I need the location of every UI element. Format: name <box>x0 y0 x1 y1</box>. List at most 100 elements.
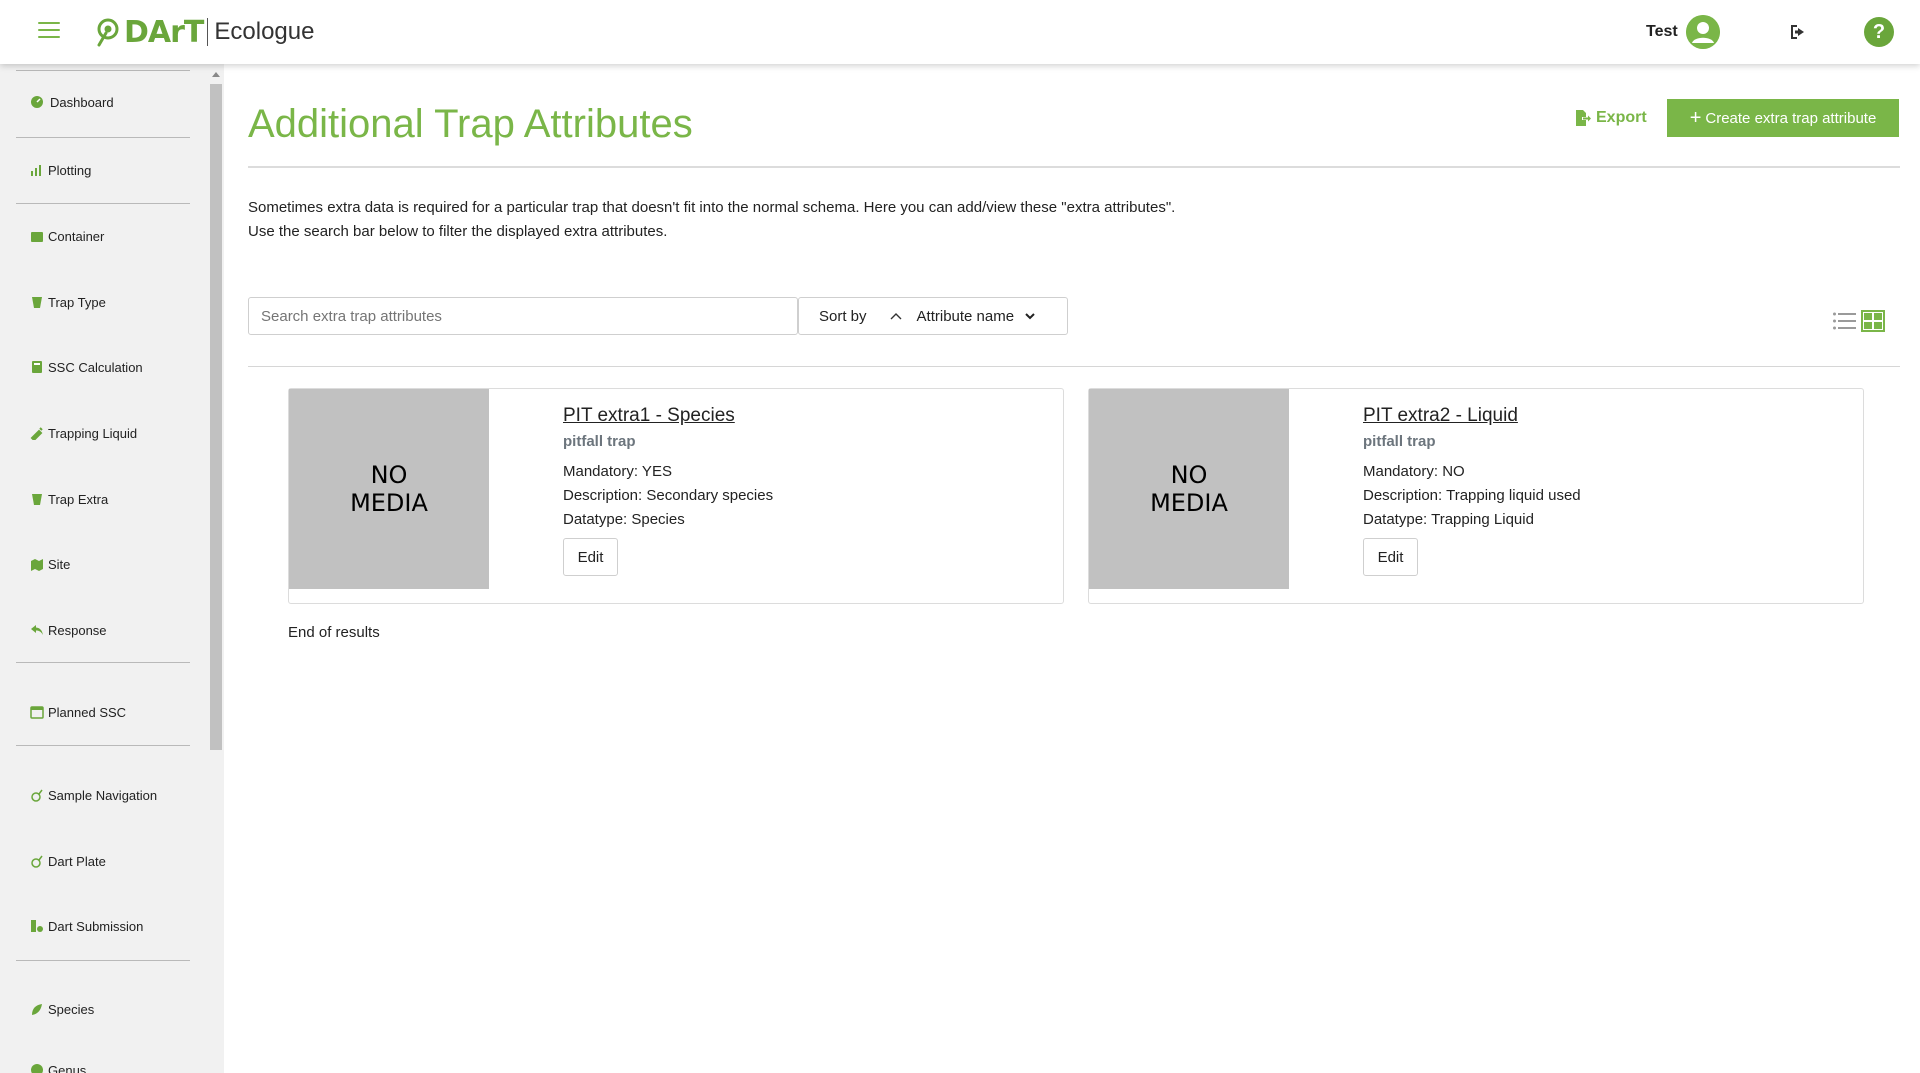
plus-icon: + <box>1689 106 1702 129</box>
sidebar-item-ssc-calculation[interactable]: SSC Calculation <box>30 356 143 378</box>
help-icon[interactable]: ? <box>1864 17 1894 47</box>
sidebar-item-container[interactable]: Container <box>30 225 104 247</box>
sidebar-item-sample-navigation[interactable]: Sample Navigation <box>30 784 157 806</box>
no-media-placeholder: NO MEDIA <box>1089 389 1289 589</box>
page-description: Sometimes extra data is required for a p… <box>248 196 1175 244</box>
submission-icon <box>30 919 44 933</box>
sort-ascending-chevron-up-icon[interactable] <box>887 307 905 325</box>
sidebar-scrollbar[interactable] <box>208 64 224 1073</box>
sidebar-item-label: Dart Plate <box>48 853 106 869</box>
sidebar-item-label: Container <box>48 228 105 244</box>
user-name: Test <box>1646 23 1678 40</box>
sidebar-divider <box>16 203 190 204</box>
logout-icon[interactable] <box>1788 22 1808 42</box>
sidebar-item-site[interactable]: Site <box>30 553 70 575</box>
no-media-placeholder: NO MEDIA <box>289 389 489 589</box>
card-mandatory: Mandatory: NO <box>1363 463 1465 480</box>
export-button[interactable]: Export <box>1574 106 1647 130</box>
media-placeholder-text: MEDIA <box>1150 489 1228 517</box>
description-line: Use the search bar below to filter the d… <box>248 223 668 240</box>
sidebar-item-response[interactable]: Response <box>30 619 107 641</box>
sidebar-item-label: Sample Navigation <box>48 787 158 803</box>
plotting-icon <box>30 163 44 177</box>
card-trap-type: pitfall trap <box>563 433 636 450</box>
card-body: PIT extra2 - Liquid pitfall trap Mandato… <box>1363 405 1581 576</box>
results-divider <box>248 366 1900 367</box>
sidebar-item-label: Dashboard <box>50 94 114 110</box>
sidebar-item-label: Trapping Liquid <box>48 425 138 441</box>
sidebar-item-genus[interactable]: Genus <box>30 1059 86 1073</box>
trap-icon <box>30 492 44 506</box>
dropper-icon <box>30 426 44 440</box>
sort-field-value: Attribute name <box>916 307 1015 325</box>
sidebar-item-trap-extra[interactable]: Trap Extra <box>30 488 108 510</box>
top-header: DArT Ecologue Test ? <box>0 0 1920 64</box>
menu-toggle-icon[interactable] <box>38 22 60 40</box>
trap-icon <box>30 295 44 309</box>
create-button-label: Create extra trap attribute <box>1705 109 1877 127</box>
sort-field-select[interactable]: Attribute name <box>917 308 1037 325</box>
sidebar-divider <box>16 745 190 746</box>
sidebar-item-trapping-liquid[interactable]: Trapping Liquid <box>30 422 137 444</box>
species-icon <box>30 1002 44 1016</box>
container-icon <box>30 229 44 243</box>
sidebar-item-dart-submission[interactable]: Dart Submission <box>30 915 143 937</box>
create-extra-trap-attribute-button[interactable]: + Create extra trap attribute <box>1667 99 1899 137</box>
map-icon <box>30 557 44 571</box>
sidebar-divider <box>16 70 190 71</box>
user-avatar-icon[interactable] <box>1686 15 1720 49</box>
sidebar-item-label: Response <box>48 622 107 638</box>
card-body: PIT extra1 - Species pitfall trap Mandat… <box>563 405 773 576</box>
sidebar-divider <box>16 662 190 663</box>
card-description: Description: Trapping liquid used <box>1363 487 1581 504</box>
sidebar-item-dashboard[interactable]: Dashboard <box>30 91 114 113</box>
sidebar-item-plotting[interactable]: Plotting <box>30 159 91 181</box>
media-placeholder-text: MEDIA <box>350 489 428 517</box>
card-datatype: Datatype: Species <box>563 511 685 528</box>
edit-button[interactable]: Edit <box>1363 538 1418 576</box>
card-description: Description: Secondary species <box>563 487 774 504</box>
app-logo[interactable]: DArT Ecologue <box>94 14 314 50</box>
dashboard-icon <box>30 95 44 109</box>
export-label: Export <box>1596 109 1647 126</box>
export-file-icon <box>1576 110 1591 126</box>
chevron-down-icon <box>1025 313 1035 320</box>
list-view-icon[interactable] <box>1832 310 1856 332</box>
calendar-icon <box>30 705 44 719</box>
sample-icon <box>30 854 44 868</box>
edit-button[interactable]: Edit <box>563 538 618 576</box>
sidebar-item-species[interactable]: Species <box>30 998 94 1020</box>
page-title: Additional Trap Attributes <box>248 102 693 146</box>
sidebar-item-label: Site <box>48 556 71 572</box>
sidebar-item-dart-plate[interactable]: Dart Plate <box>30 850 106 872</box>
sidebar-item-label: Plotting <box>48 162 92 178</box>
card-title-link[interactable]: PIT extra2 - Liquid <box>1363 405 1581 427</box>
sample-icon <box>30 788 44 802</box>
main-content: Additional Trap Attributes Export + Crea… <box>224 64 1920 1073</box>
card-datatype: Datatype: Trapping Liquid <box>1363 511 1534 528</box>
sidebar-item-label: Species <box>48 1001 95 1017</box>
sidebar-item-label: Planned SSC <box>48 704 127 720</box>
scrollbar-thumb[interactable] <box>210 84 222 750</box>
reply-icon <box>30 623 44 637</box>
title-divider <box>248 166 1900 168</box>
attribute-card: NO MEDIA PIT extra1 - Species pitfall tr… <box>288 388 1064 604</box>
grid-view-icon[interactable] <box>1861 310 1885 332</box>
sidebar: Dashboard Plotting Container Trap Type S… <box>0 64 208 1073</box>
sidebar-item-trap-type[interactable]: Trap Type <box>30 291 106 313</box>
sidebar-divider <box>16 137 190 138</box>
attribute-card: NO MEDIA PIT extra2 - Liquid pitfall tra… <box>1088 388 1864 604</box>
media-placeholder-text: NO <box>1170 461 1208 489</box>
logo-divider <box>207 18 209 46</box>
card-trap-type: pitfall trap <box>1363 433 1436 450</box>
end-of-results-text: End of results <box>288 624 380 641</box>
card-title-link[interactable]: PIT extra1 - Species <box>563 405 773 427</box>
dart-logo-icon <box>97 18 119 47</box>
description-line: Sometimes extra data is required for a p… <box>248 199 1176 216</box>
logo-text: DArT <box>124 14 204 50</box>
search-input[interactable] <box>248 297 798 335</box>
scroll-up-arrow-icon[interactable] <box>212 72 220 77</box>
sidebar-item-planned-ssc[interactable]: Planned SSC <box>30 701 126 723</box>
sidebar-item-label: Dart Submission <box>48 918 144 934</box>
sidebar-item-label: Genus <box>48 1062 87 1073</box>
